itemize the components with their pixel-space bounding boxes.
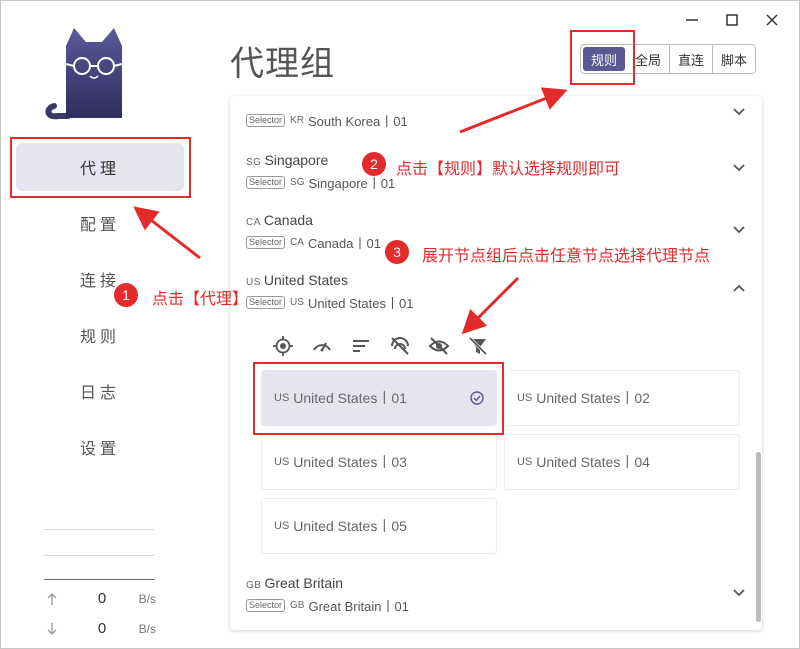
- country-code: US: [246, 277, 261, 288]
- annotation-step-1: 1: [114, 283, 138, 307]
- group-current: Selector KR South Korea丨01: [246, 110, 746, 130]
- group-current-node: South Korea丨01: [307, 113, 408, 129]
- group-type-badge: Selector: [246, 175, 286, 189]
- country-code: SG: [290, 176, 305, 188]
- group-name: United States: [263, 272, 348, 288]
- annotation-box-rule: [570, 30, 635, 85]
- sidebar-item-profiles[interactable]: 配置: [16, 199, 184, 247]
- chevron-down-icon[interactable]: [732, 585, 746, 599]
- chevron-up-icon[interactable]: [732, 282, 746, 296]
- country-code: US: [274, 520, 290, 532]
- sidebar-item-label: 配置: [79, 217, 120, 234]
- download-speed: 0 B/s: [44, 620, 156, 640]
- maximize-icon: [726, 14, 738, 26]
- hide-icon[interactable]: [428, 335, 450, 357]
- hide-unavailable-icon[interactable]: [389, 335, 411, 357]
- group-current: Selector US United States丨01: [246, 292, 746, 312]
- speed-test-icon[interactable]: [311, 335, 333, 357]
- group-current-node: Canada丨01: [307, 235, 381, 251]
- group-title: CA Canada: [246, 212, 746, 232]
- group-current-node: Singapore丨01: [308, 175, 396, 191]
- group-type-badge: Selector: [246, 598, 286, 612]
- chevron-down-icon[interactable]: [732, 104, 746, 118]
- sidebar-item-logs[interactable]: 日志: [16, 367, 184, 415]
- annotation-box-node: [253, 362, 504, 435]
- group-current-node: Great Britain丨01: [308, 598, 409, 614]
- group-type-badge: Selector: [246, 235, 286, 249]
- node-label: United States丨02: [536, 390, 650, 406]
- node-label: United States丨03: [293, 454, 407, 470]
- group-name: Singapore: [264, 152, 329, 168]
- group-title: GB Great Britain: [246, 575, 746, 595]
- close-button[interactable]: [760, 8, 784, 32]
- upload-speed: 0 B/s: [44, 590, 156, 610]
- group-current-node: United States丨01: [307, 295, 414, 311]
- group-title: US United States: [246, 272, 746, 292]
- sort-icon[interactable]: [350, 335, 372, 357]
- cat-logo: [45, 28, 123, 120]
- divider: [44, 555, 155, 556]
- country-code: CA: [290, 236, 304, 248]
- close-icon: [766, 14, 778, 26]
- country-code: KR: [290, 114, 304, 126]
- sidebar-item-label: 设置: [79, 441, 120, 458]
- node-label: United States丨05: [293, 518, 407, 534]
- sidebar-item-label: 日志: [79, 385, 120, 402]
- country-code: SG: [246, 157, 262, 168]
- proxy-group[interactable]: Selector KR South Korea丨01: [246, 108, 746, 130]
- divider: [44, 529, 155, 530]
- scrollbar[interactable]: [756, 452, 761, 622]
- group-current: Selector GB Great Britain丨01: [246, 595, 746, 615]
- country-code: US: [517, 456, 533, 468]
- minimize-icon: [686, 19, 698, 21]
- country-code: US: [290, 296, 304, 308]
- annotation-step-2: 2: [362, 152, 386, 176]
- group-type-badge: Selector: [246, 113, 286, 127]
- locate-icon[interactable]: [272, 335, 294, 357]
- download-unit: B/s: [138, 622, 156, 636]
- sidebar-item-label: 连接: [79, 273, 120, 290]
- country-code: GB: [246, 580, 262, 591]
- chevron-down-icon[interactable]: [732, 222, 746, 236]
- upload-value: 0: [97, 590, 107, 607]
- download-value: 0: [97, 620, 107, 637]
- arrow-up-icon: [47, 593, 57, 605]
- proxy-node[interactable]: US United States丨02: [504, 370, 740, 426]
- country-code: CA: [246, 217, 261, 228]
- group-name: Canada: [263, 212, 313, 228]
- proxy-group-expanded[interactable]: US United States Selector US United State…: [246, 272, 746, 312]
- group-name: Great Britain: [264, 575, 344, 591]
- proxy-group[interactable]: GB Great Britain Selector GB Great Britai…: [246, 575, 746, 615]
- maximize-button[interactable]: [720, 8, 744, 32]
- country-code: US: [517, 392, 533, 404]
- country-code: US: [274, 456, 290, 468]
- annotation-box-proxy: [10, 137, 191, 198]
- annotation-text-2: 点击【规则】默认选择规则即可: [396, 161, 621, 178]
- arrow-down-icon: [47, 623, 57, 635]
- sidebar-item-settings[interactable]: 设置: [16, 423, 184, 471]
- proxy-node[interactable]: US United States丨04: [504, 434, 740, 490]
- country-code: GB: [290, 599, 305, 611]
- minimize-button[interactable]: [680, 8, 704, 32]
- page-title: 代理组: [230, 45, 335, 83]
- group-type-badge: Selector: [246, 295, 286, 309]
- sidebar-item-label: 规则: [79, 329, 120, 346]
- mode-script-button[interactable]: 脚本: [713, 45, 756, 73]
- mode-direct-button[interactable]: 直连: [670, 45, 714, 73]
- chevron-down-icon[interactable]: [732, 160, 746, 174]
- proxy-node[interactable]: US United States丨03: [261, 434, 497, 490]
- proxy-node[interactable]: US United States丨05: [261, 498, 497, 554]
- sidebar-item-rules[interactable]: 规则: [16, 311, 184, 359]
- annotation-step-3: 3: [385, 240, 409, 264]
- upload-unit: B/s: [138, 592, 156, 606]
- annotation-text-1: 点击【代理】: [152, 291, 249, 308]
- node-label: United States丨04: [536, 454, 650, 470]
- annotation-text-3: 展开节点组后点击任意节点选择代理节点: [422, 248, 711, 265]
- group-toolbar: [272, 335, 489, 357]
- filter-off-icon[interactable]: [467, 335, 489, 357]
- divider: [44, 579, 155, 580]
